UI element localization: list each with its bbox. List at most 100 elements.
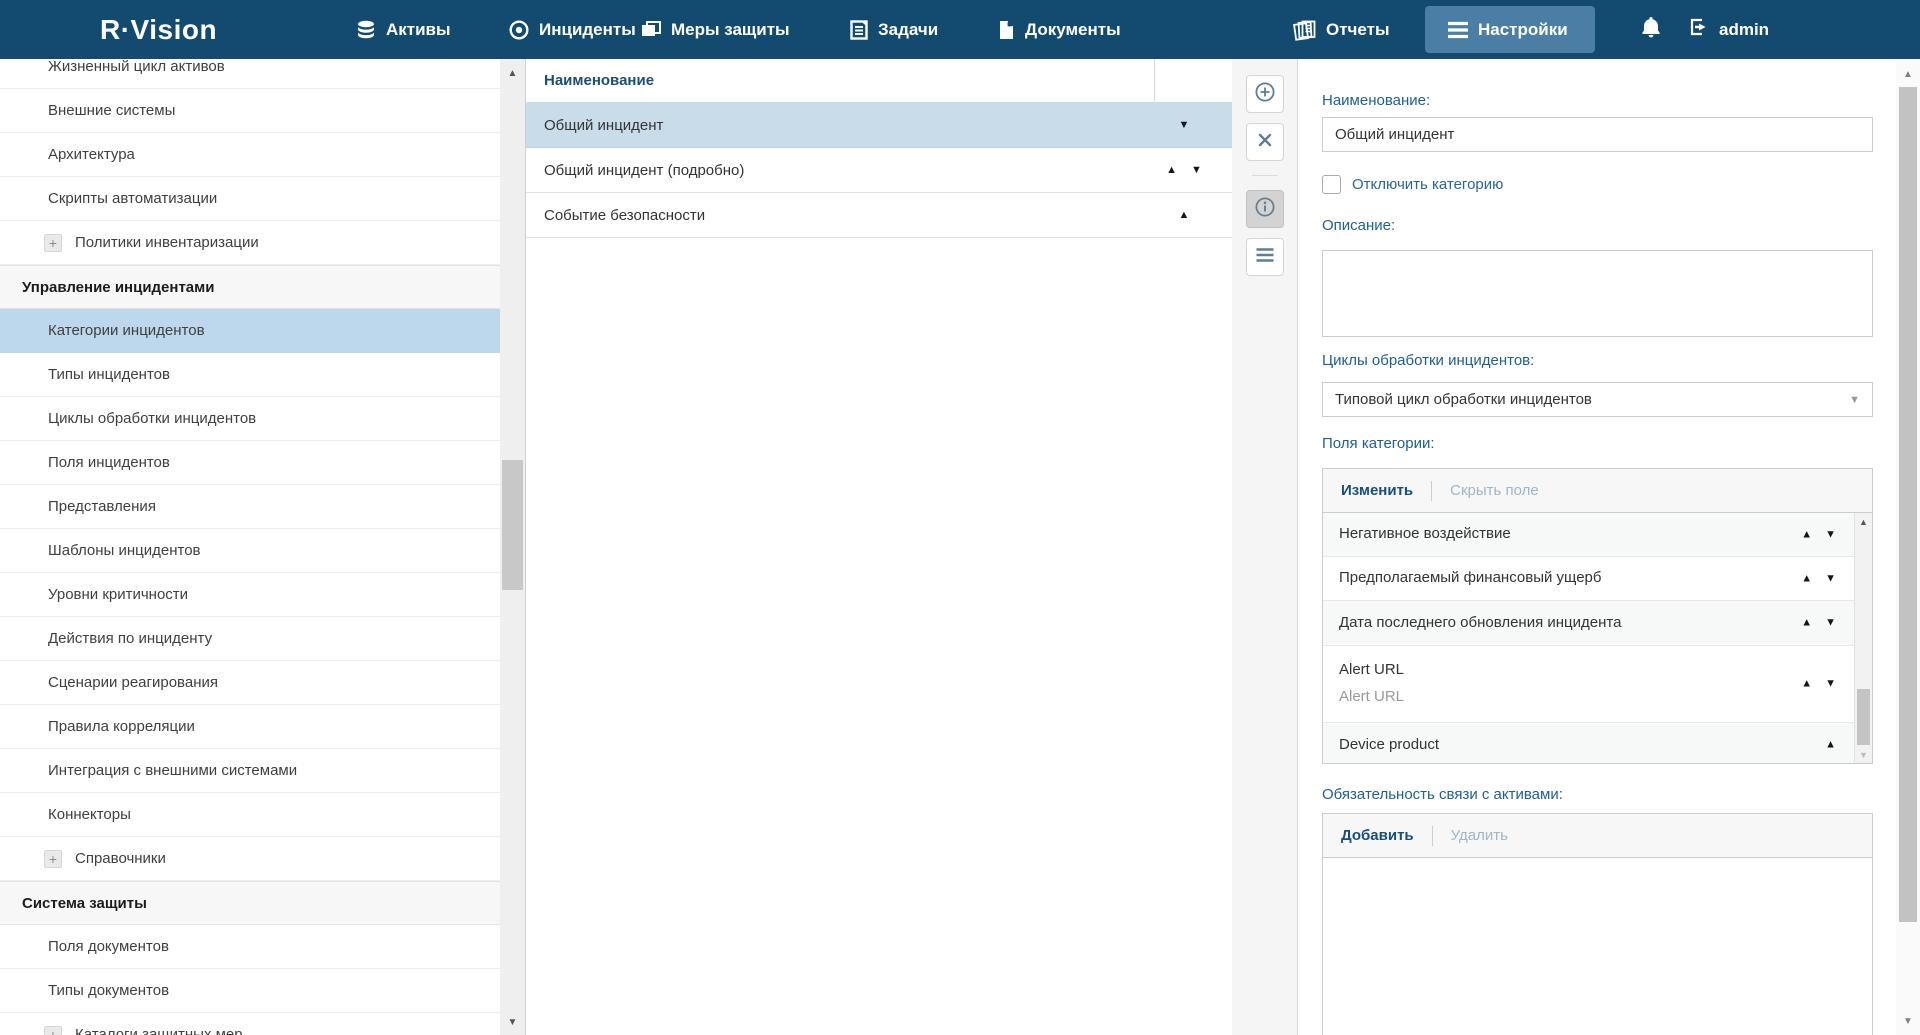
user-menu[interactable]: admin: [1688, 0, 1769, 59]
add-button[interactable]: [1246, 75, 1284, 113]
sidebar-item[interactable]: Типы документов: [0, 969, 500, 1013]
sidebar-item[interactable]: Поля документов: [0, 925, 500, 969]
sidebar-item[interactable]: + Справочники: [0, 837, 500, 881]
move-up-icon[interactable]: ▲: [1825, 740, 1836, 751]
field-row[interactable]: Дата последнего обновления инцидента▲▼: [1323, 601, 1854, 646]
nav-item-label: Активы: [386, 20, 451, 40]
nav-item-Настройки[interactable]: Настройки: [1447, 0, 1568, 59]
field-row[interactable]: Предполагаемый финансовый ущерб▲ ▼: [1323, 557, 1854, 601]
sidebar-item[interactable]: +Каталоги защитных мер: [0, 1013, 500, 1035]
move-down-icon[interactable]: ▼: [1179, 120, 1190, 131]
sidebar-item-label: Управление инцидентами: [22, 279, 214, 296]
cycles-select[interactable]: Типовой цикл обработки инцидентов ▼: [1322, 382, 1873, 417]
field-row[interactable]: Device product▲: [1323, 723, 1854, 763]
move-up-icon[interactable]: ▲: [1801, 679, 1812, 690]
info-icon: [1254, 196, 1276, 223]
sidebar-item[interactable]: Коннекторы: [0, 793, 500, 837]
scroll-up-icon[interactable]: ▲: [1855, 517, 1872, 527]
sidebar-scrollbar-thumb[interactable]: [502, 460, 523, 590]
scroll-down-icon[interactable]: ▼: [500, 1017, 525, 1028]
sidebar-scrollbar[interactable]: ▲ ▼: [500, 59, 526, 1035]
category-row[interactable]: Общий инцидент (подробно)▲▼: [526, 148, 1232, 193]
sidebar-item[interactable]: Внешние системы: [0, 89, 500, 133]
sidebar-item[interactable]: + Политики инвентаризации: [0, 221, 500, 265]
category-row[interactable]: Событие безопасности▲: [526, 193, 1232, 238]
field-name: Предполагаемый финансовый ущерб: [1339, 569, 1854, 588]
layers-icon: [640, 19, 662, 41]
category-row[interactable]: Общий инцидент ▼: [526, 103, 1232, 148]
details-scrollbar-thumb[interactable]: [1899, 87, 1917, 922]
sidebar-item[interactable]: Уровни критичности: [0, 573, 500, 617]
sidebar-item-label: Уровни критичности: [48, 586, 188, 603]
remove-relation-button[interactable]: Удалить: [1433, 827, 1526, 844]
expand-plus-icon[interactable]: +: [44, 1026, 62, 1035]
nav-item-Инциденты[interactable]: Инциденты: [508, 0, 636, 59]
sidebar-item[interactable]: Архитектура: [0, 133, 500, 177]
category-row-label: Общий инцидент: [526, 117, 1146, 134]
sidebar-item[interactable]: Циклы обработки инцидентов: [0, 397, 500, 441]
table-header: Наименование: [526, 59, 1232, 103]
scroll-down-icon[interactable]: ▼: [1855, 750, 1872, 760]
sidebar-item-label: Скрипты автоматизации: [48, 190, 217, 207]
description-textarea[interactable]: [1322, 250, 1873, 337]
move-down-icon[interactable]: ▼: [1191, 165, 1202, 176]
hide-field-button[interactable]: Скрыть поле: [1432, 482, 1557, 499]
info-button[interactable]: [1246, 190, 1284, 228]
sidebar-item[interactable]: Интеграция с внешними системами: [0, 749, 500, 793]
notifications-button[interactable]: [1640, 0, 1662, 59]
sidebar-item-label: Интеграция с внешними системами: [48, 762, 297, 779]
move-up-icon[interactable]: ▲: [1166, 165, 1177, 176]
expand-plus-icon[interactable]: +: [44, 234, 62, 252]
field-row[interactable]: Негативное воздействие▲▼: [1323, 513, 1854, 557]
sidebar-item-label: Справочники: [75, 850, 166, 867]
list-button[interactable]: [1246, 238, 1284, 276]
move-up-icon[interactable]: ▲: [1801, 529, 1812, 540]
nav-item-label: Инциденты: [539, 20, 636, 40]
nav-item-Отчеты[interactable]: Отчеты: [1293, 0, 1390, 59]
move-down-icon[interactable]: ▼: [1825, 573, 1836, 584]
move-up-icon[interactable]: ▲: [1801, 618, 1812, 629]
sidebar-item-label: Политики инвентаризации: [75, 234, 259, 251]
sidebar-item[interactable]: Правила корреляции: [0, 705, 500, 749]
checkbox-icon[interactable]: [1322, 175, 1341, 194]
sidebar-item-label: Поля документов: [48, 938, 169, 955]
nav-item-Активы[interactable]: Активы: [355, 0, 451, 59]
nav-item-label: Настройки: [1478, 20, 1568, 40]
sidebar-item[interactable]: Сценарии реагирования: [0, 661, 500, 705]
sidebar-item[interactable]: Скрипты автоматизации: [0, 177, 500, 221]
move-down-icon[interactable]: ▼: [1825, 679, 1836, 690]
move-down-icon[interactable]: ▼: [1825, 529, 1836, 540]
fields-list-scrollbar[interactable]: ▲ ▼: [1854, 513, 1872, 763]
nav-item-Документы[interactable]: Документы: [996, 0, 1121, 59]
field-row[interactable]: Alert URLAlert URL▲▼: [1323, 646, 1854, 723]
categories-table: Наименование Общий инцидент▼Общий инциде…: [526, 59, 1232, 1035]
app-logo: R·Vision: [100, 0, 217, 59]
sidebar-item[interactable]: Шаблоны инцидентов: [0, 529, 500, 573]
scroll-up-icon[interactable]: ▲: [500, 68, 525, 79]
sidebar-item[interactable]: Представления: [0, 485, 500, 529]
move-up-icon[interactable]: ▲: [1801, 573, 1812, 584]
edit-field-button[interactable]: Изменить: [1323, 482, 1431, 499]
move-down-icon[interactable]: ▼: [1825, 618, 1836, 629]
sidebar-item[interactable]: Категории инцидентов: [0, 309, 500, 353]
sidebar-item[interactable]: Жизненный цикл активов: [0, 59, 500, 89]
delete-button[interactable]: [1246, 123, 1284, 161]
scroll-down-icon[interactable]: ▼: [1896, 1016, 1920, 1027]
sidebar-item-label: Категории инцидентов: [48, 322, 205, 339]
add-relation-button[interactable]: Добавить: [1323, 827, 1432, 844]
nav-item-Меры защиты[interactable]: Меры защиты: [640, 0, 790, 59]
field-name: Device product: [1339, 736, 1854, 755]
expand-plus-icon[interactable]: +: [44, 850, 62, 868]
sidebar-item[interactable]: Действия по инциденту: [0, 617, 500, 661]
nav-item-Задачи[interactable]: Задачи: [849, 0, 938, 59]
name-input[interactable]: Общий инцидент: [1322, 117, 1873, 152]
sidebar-item[interactable]: Типы инцидентов: [0, 353, 500, 397]
disable-category-checkbox-row[interactable]: Отключить категорию: [1322, 175, 1503, 194]
sidebar-item-label: Представления: [48, 498, 156, 515]
sidebar-item[interactable]: Поля инцидентов: [0, 441, 500, 485]
fields-scrollbar-thumb[interactable]: [1857, 689, 1870, 745]
scroll-up-icon[interactable]: ▲: [1896, 69, 1920, 80]
add-circle-icon: [1254, 81, 1276, 108]
details-panel-scrollbar[interactable]: ▲ ▼: [1896, 59, 1920, 1035]
move-up-icon[interactable]: ▲: [1179, 210, 1190, 221]
